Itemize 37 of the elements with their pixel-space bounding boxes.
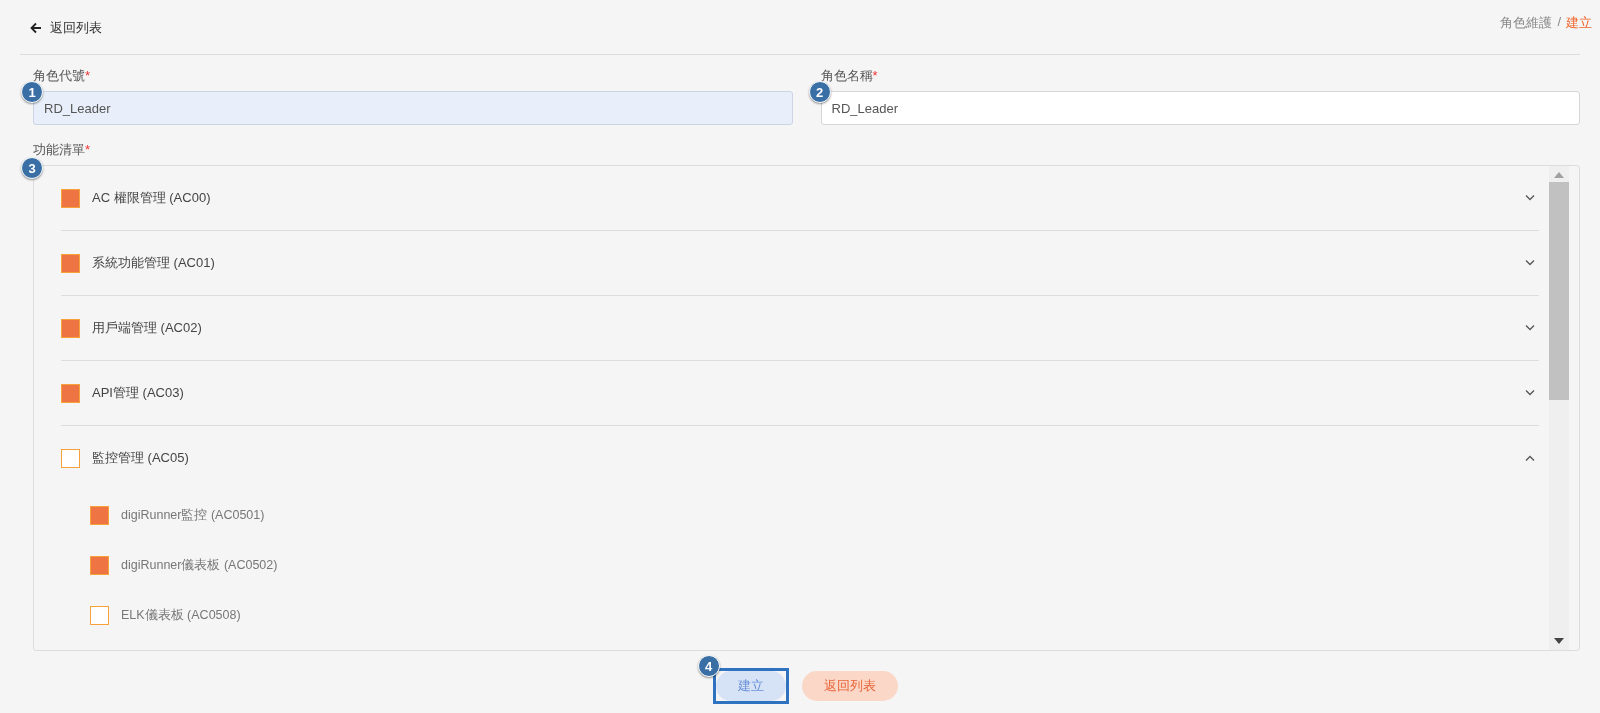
scrollbar[interactable] [1549, 166, 1569, 650]
scroll-up-icon[interactable] [1554, 172, 1564, 178]
checkbox[interactable] [61, 383, 80, 403]
chevron-icon[interactable] [1525, 260, 1535, 266]
function-label: API管理 (AC03) [92, 384, 185, 402]
function-label: 用戶端管理 (AC02) [92, 319, 203, 337]
checkbox[interactable] [61, 188, 80, 208]
chevron-icon[interactable] [1525, 325, 1535, 331]
function-label: AC 權限管理 (AC00) [92, 189, 212, 207]
checkbox[interactable] [90, 555, 109, 575]
back-arrow-icon [30, 22, 42, 34]
step-badge: 2 [808, 81, 831, 103]
step-badge: 1 [21, 81, 43, 103]
function-label: digiRunner監控 (AC0501) [121, 506, 265, 524]
breadcrumb-item[interactable]: 建立 [1566, 14, 1592, 32]
checkbox[interactable] [90, 605, 109, 625]
back-link[interactable]: 返回列表 [20, 19, 102, 37]
checkbox[interactable] [90, 505, 109, 525]
action-button[interactable]: 返回列表 [801, 671, 898, 701]
chevron-icon[interactable] [1525, 195, 1535, 201]
step-badge: 4 [697, 655, 720, 677]
action-button[interactable]: 建立 [715, 671, 786, 701]
function-label: ELK儀表板 (AC0508) [121, 606, 241, 624]
checkbox[interactable] [61, 448, 80, 468]
breadcrumb-separator: / [1557, 14, 1561, 31]
function-label: 系統功能管理 (AC01) [92, 254, 216, 272]
function-label: digiRunner儀表板 (AC0502) [121, 556, 278, 574]
checkbox[interactable] [61, 253, 80, 273]
chevron-icon[interactable] [1525, 455, 1535, 461]
breadcrumb-item[interactable]: 角色維護 [1500, 14, 1553, 32]
scrollbar-thumb[interactable] [1549, 182, 1569, 400]
scroll-down-icon[interactable] [1554, 638, 1564, 644]
chevron-icon[interactable] [1525, 390, 1535, 396]
function-label: 監控管理 (AC05) [92, 449, 190, 467]
field-label: 功能清單* [33, 141, 92, 159]
checkbox[interactable] [61, 318, 80, 338]
step-badge: 3 [21, 157, 43, 179]
